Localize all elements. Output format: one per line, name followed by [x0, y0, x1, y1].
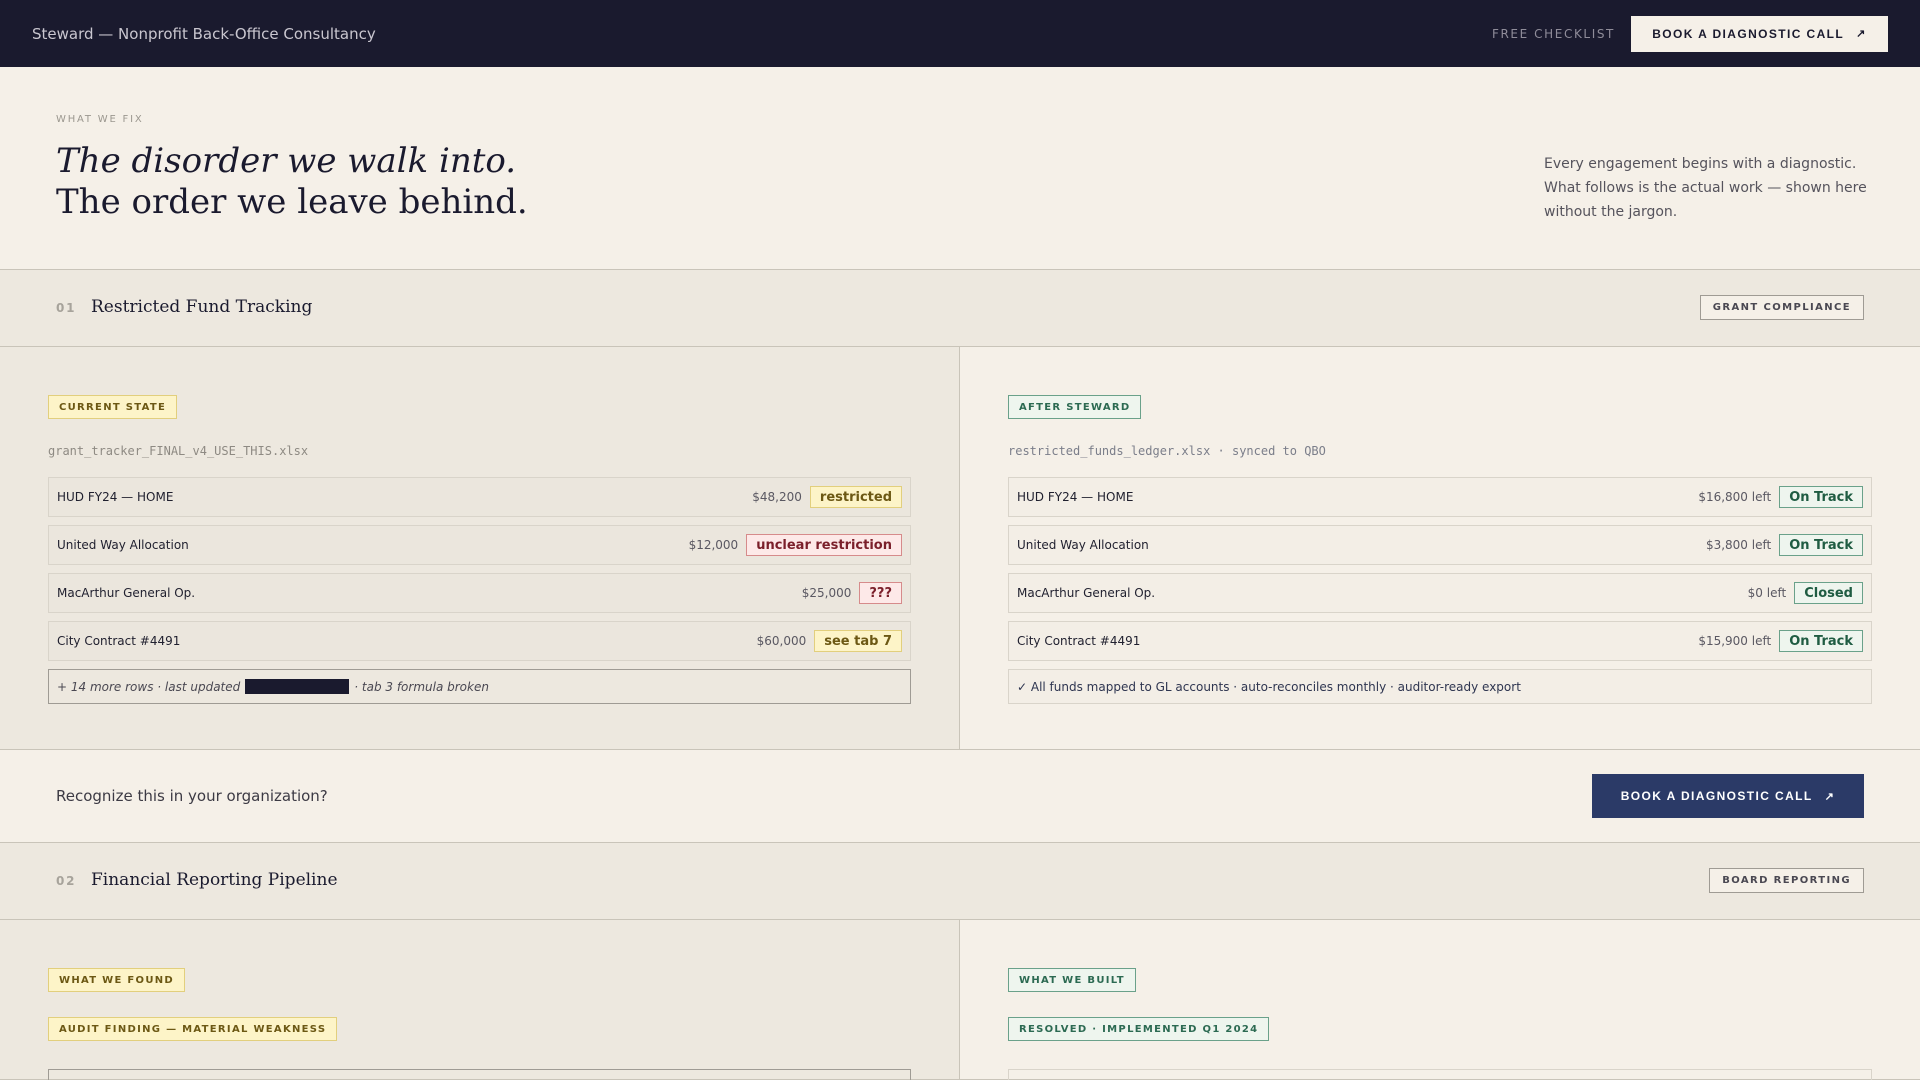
built-card	[1008, 1069, 1872, 1080]
fund-name: United Way Allocation	[1017, 538, 1149, 552]
fund-name: United Way Allocation	[57, 538, 189, 552]
fund-name: MacArthur General Op.	[57, 586, 196, 600]
cta-band: Recognize this in your organization? BOO…	[0, 750, 1920, 843]
table-row: MacArthur General Op. $0 left Closed	[1008, 573, 1872, 613]
headline-line-2: The order we leave behind.	[56, 182, 528, 222]
book-call-label: BOOK A DIAGNOSTIC CALL	[1652, 26, 1845, 41]
table-row: United Way Allocation $3,800 left On Tra…	[1008, 525, 1872, 565]
fund-rows: HUD FY24 — HOME $48,200 restricted Unite…	[48, 477, 911, 704]
status-badge: Closed	[1794, 582, 1863, 604]
status-badge: On Track	[1779, 534, 1863, 556]
fund-rows: HUD FY24 — HOME $16,800 left On Track Un…	[1008, 477, 1872, 704]
section-number: 02	[56, 874, 77, 888]
arrow-up-right-icon: ↗	[1856, 28, 1867, 40]
table-row: City Contract #4491 $60,000 see tab 7	[48, 621, 911, 661]
fund-amount: $16,800 left	[1698, 490, 1772, 504]
comparison-financial-reporting: WHAT WE FOUND AUDIT FINDING — MATERIAL W…	[0, 920, 1920, 1080]
arrow-up-right-icon: ↗	[1824, 790, 1836, 803]
comparison-restricted-funds: CURRENT STATE grant_tracker_FINAL_v4_USE…	[0, 347, 1920, 750]
section-header-financial-reporting: 02 Financial Reporting Pipeline BOARD RE…	[0, 843, 1920, 920]
brand-name[interactable]: Steward — Nonprofit Back-Office Consulta…	[32, 25, 376, 43]
fund-amount: $48,200	[752, 490, 802, 504]
hero-eyebrow: WHAT WE FIX	[56, 114, 144, 125]
table-footnote: ✓ All funds mapped to GL accounts · auto…	[1008, 669, 1872, 704]
table-footnote: + 14 more rows · last updated · tab 3 fo…	[48, 669, 911, 704]
free-checklist-link[interactable]: FREE CHECKLIST	[1492, 27, 1615, 41]
hero-description: Every engagement begins with a diagnosti…	[1544, 156, 1867, 220]
book-call-button-nav[interactable]: BOOK A DIAGNOSTIC CALL ↗	[1631, 15, 1888, 52]
fund-amount: $0 left	[1747, 586, 1787, 600]
status-badge: ???	[859, 582, 902, 604]
fund-name: HUD FY24 — HOME	[57, 490, 174, 504]
filename: grant_tracker_FINAL_v4_USE_THIS.xlsx	[48, 444, 309, 458]
footnote-before: + 14 more rows · last updated	[57, 679, 241, 694]
status-badge: restricted	[809, 486, 902, 508]
table-row: MacArthur General Op. $25,000 ???	[48, 573, 911, 613]
fund-name: City Contract #4491	[57, 634, 181, 648]
book-call-button[interactable]: BOOK A DIAGNOSTIC CALL ↗	[1592, 774, 1864, 818]
resolved-pill: RESOLVED · IMPLEMENTED Q1 2024	[1008, 1017, 1270, 1041]
status-badge: On Track	[1779, 486, 1863, 508]
section-tag: BOARD REPORTING	[1709, 868, 1864, 893]
fund-name: MacArthur General Op.	[1017, 586, 1156, 600]
current-state-panel: CURRENT STATE grant_tracker_FINAL_v4_USE…	[0, 347, 960, 749]
fund-amount: $25,000	[801, 586, 852, 600]
hero-headline: The disorder we walk into. The order we …	[56, 141, 528, 223]
status-badge: see tab 7	[814, 630, 902, 652]
table-row: City Contract #4491 $15,900 left On Trac…	[1008, 621, 1872, 661]
section-tag: GRANT COMPLIANCE	[1699, 295, 1864, 320]
status-badge: On Track	[1779, 630, 1863, 652]
section-header-restricted-funds: 01 Restricted Fund Tracking GRANT COMPLI…	[0, 270, 1920, 347]
status-badge: unclear restriction	[746, 534, 902, 556]
audit-finding-pill: AUDIT FINDING — MATERIAL WEAKNESS	[48, 1017, 338, 1041]
fund-amount: $3,800 left	[1705, 538, 1772, 552]
fund-amount: $60,000	[756, 634, 807, 648]
what-we-built-pill: WHAT WE BUILT	[1008, 968, 1136, 992]
section-number: 01	[56, 301, 77, 315]
top-nav: Steward — Nonprofit Back-Office Consulta…	[0, 0, 1920, 67]
filename: restricted_funds_ledger.xlsx · synced to…	[1008, 444, 1326, 458]
current-state-pill: CURRENT STATE	[48, 395, 178, 419]
hero: WHAT WE FIX The disorder we walk into. T…	[0, 67, 1920, 270]
table-row: HUD FY24 — HOME $16,800 left On Track	[1008, 477, 1872, 517]
fund-name: HUD FY24 — HOME	[1017, 490, 1134, 504]
footnote-after: · tab 3 formula broken	[354, 679, 489, 694]
section-title: Financial Reporting Pipeline	[91, 870, 338, 890]
table-row: United Way Allocation $12,000 unclear re…	[48, 525, 911, 565]
after-steward-pill: AFTER STEWARD	[1008, 395, 1142, 419]
what-we-built-panel: WHAT WE BUILT RESOLVED · IMPLEMENTED Q1 …	[960, 920, 1920, 1080]
what-we-found-panel: WHAT WE FOUND AUDIT FINDING — MATERIAL W…	[0, 920, 960, 1080]
section-title: Restricted Fund Tracking	[91, 297, 313, 317]
redacted-date	[245, 679, 350, 694]
finding-card	[48, 1069, 911, 1080]
fund-amount: $15,900 left	[1698, 634, 1772, 648]
book-call-label: BOOK A DIAGNOSTIC CALL	[1620, 789, 1813, 803]
what-we-found-pill: WHAT WE FOUND	[48, 968, 186, 992]
fund-name: City Contract #4491	[1017, 634, 1141, 648]
table-row: HUD FY24 — HOME $48,200 restricted	[48, 477, 911, 517]
fund-amount: $12,000	[688, 538, 739, 552]
headline-line-1: The disorder we walk into.	[56, 141, 517, 181]
after-steward-panel: AFTER STEWARD restricted_funds_ledger.xl…	[960, 347, 1920, 749]
nav-actions: FREE CHECKLIST BOOK A DIAGNOSTIC CALL ↗	[1492, 15, 1888, 52]
cta-text: Recognize this in your organization?	[56, 787, 328, 805]
